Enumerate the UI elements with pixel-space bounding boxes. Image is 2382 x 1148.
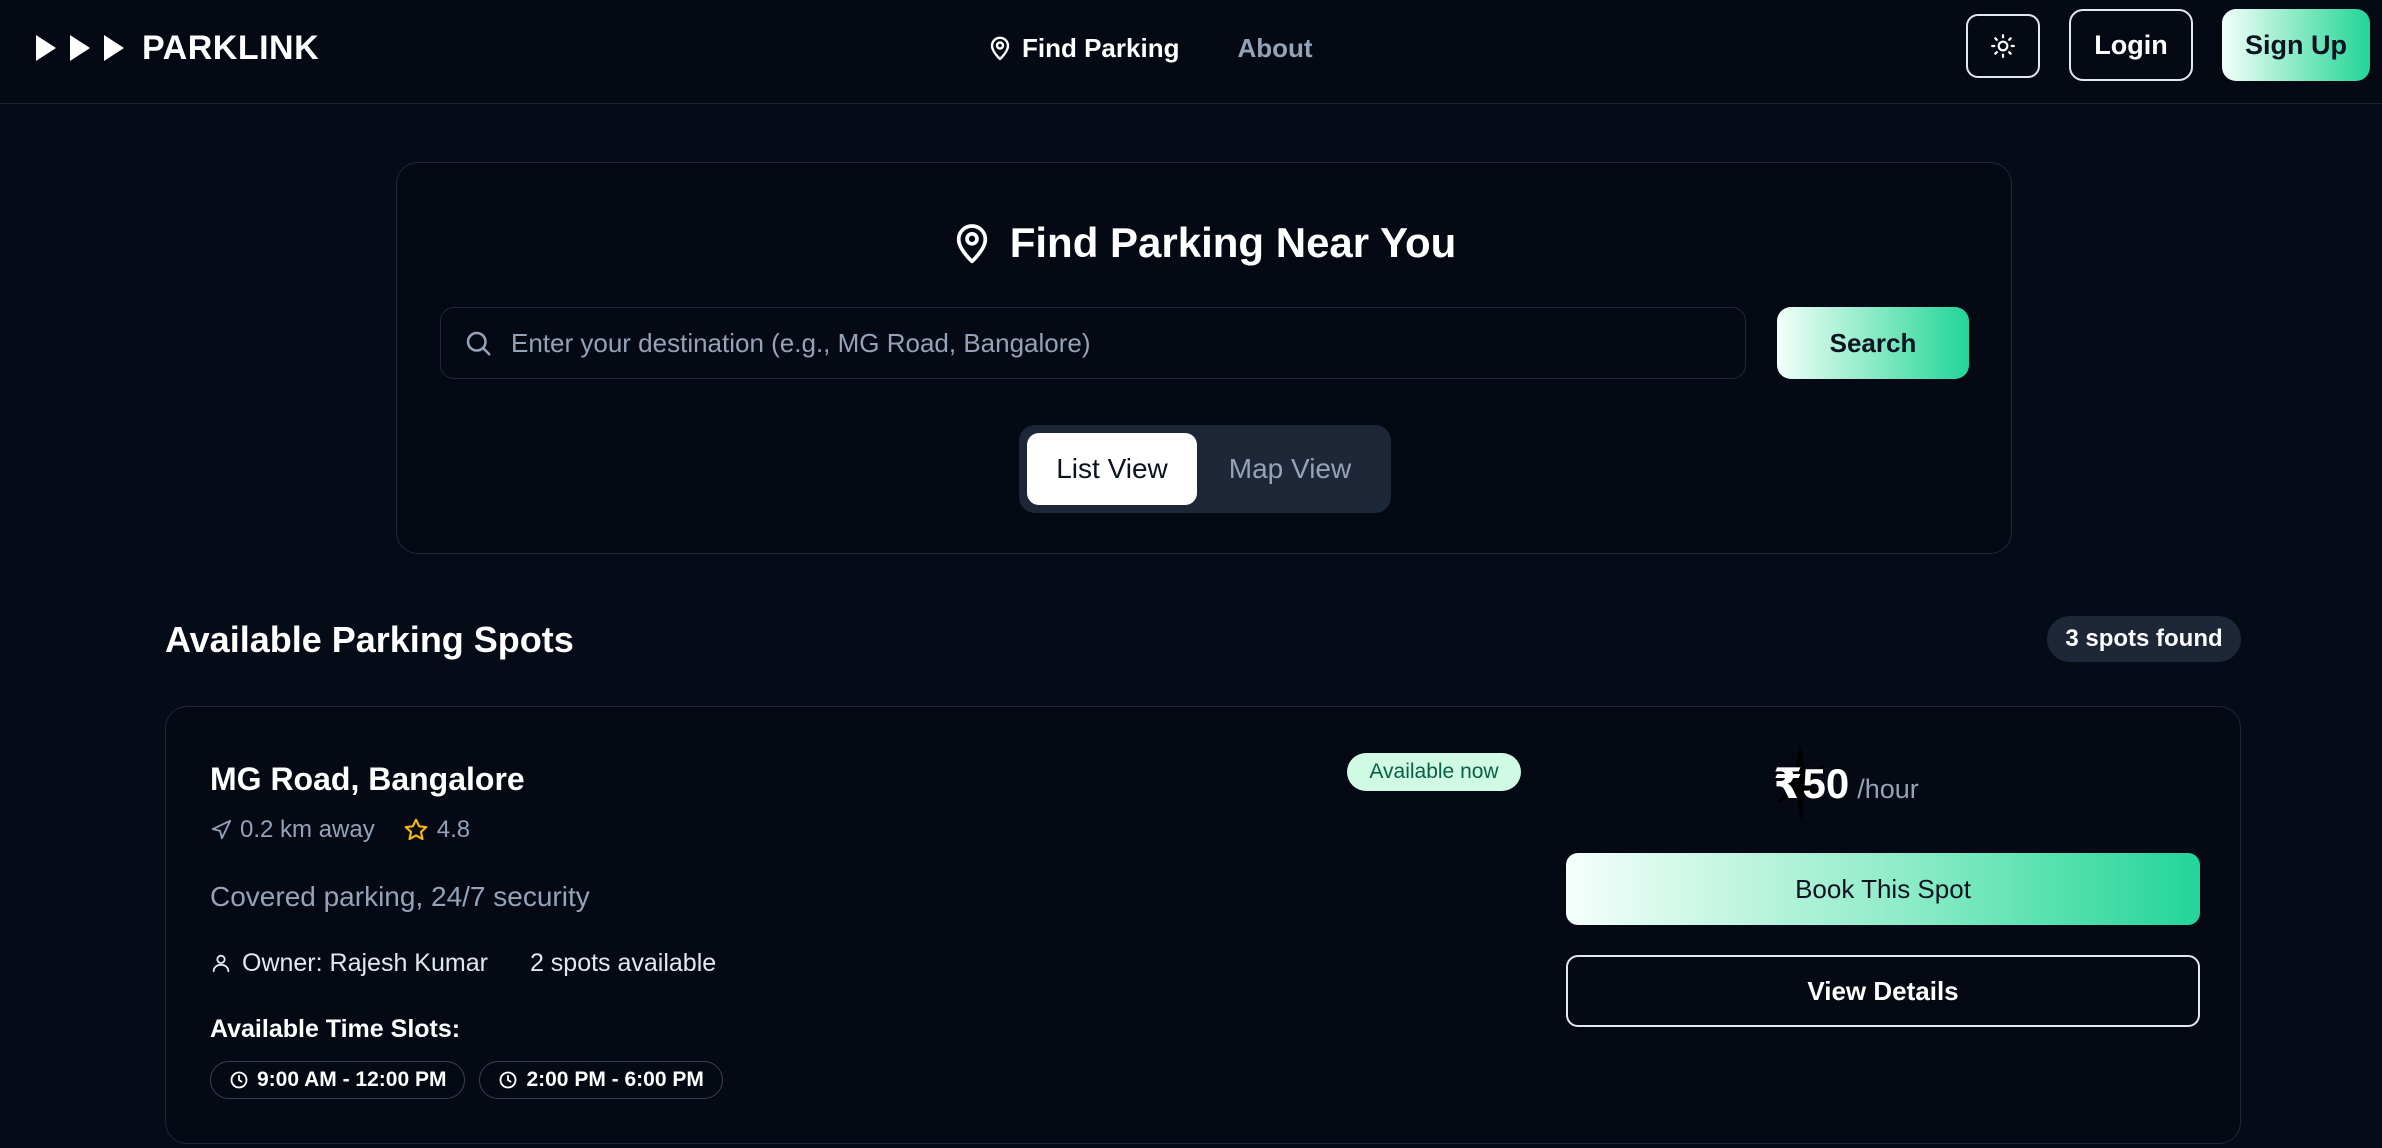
search-title: Find Parking Near You (1009, 219, 1457, 266)
brand-logo[interactable]: PARKLINK (36, 26, 319, 70)
view-toggle: List View Map View (1019, 425, 1391, 513)
destination-search-input[interactable] (511, 308, 1745, 378)
top-navbar: PARKLINK Find Parking About Login Sign U… (0, 0, 2382, 104)
clock-icon (230, 1071, 248, 1089)
spot-rating-value: 4.8 (436, 816, 471, 843)
login-button[interactable]: Login (2069, 9, 2193, 81)
list-view-tab[interactable]: List View (1027, 433, 1197, 505)
view-details-button[interactable]: View Details (1566, 955, 2200, 1027)
spot-rating: 4.8 (403, 816, 470, 844)
nav-find-parking-label: Find Parking (1022, 32, 1180, 63)
search-button[interactable]: Search (1777, 307, 1969, 379)
brand-name: PARKLINK (142, 28, 320, 67)
time-slots: 9:00 AM - 12:00 PM 2:00 PM - 6:00 PM (210, 1061, 737, 1099)
main-nav: Find Parking About (988, 26, 1313, 70)
spot-meta: 0.2 km away 4.8 (210, 813, 470, 847)
signup-button[interactable]: Sign Up (2222, 9, 2370, 81)
search-card: Find Parking Near You Search List View M… (396, 162, 2012, 554)
results-count-badge: 3 spots found (2047, 616, 2241, 662)
nav-about[interactable]: About (1237, 33, 1312, 64)
clock-icon (500, 1071, 517, 1089)
availability-badge: Available now (1347, 753, 1521, 791)
logo-play-icon (36, 35, 56, 61)
spots-available: 2 spots available (529, 948, 717, 977)
map-view-tab[interactable]: Map View (1197, 433, 1383, 505)
user-icon (212, 954, 230, 973)
spot-description: Covered parking, 24/7 security (210, 881, 590, 912)
spot-owner: Owner: Rajesh Kumar (242, 948, 488, 977)
sun-icon (1991, 34, 2015, 58)
time-slot-label: 2:00 PM - 6:00 PM (526, 1068, 704, 1091)
spot-distance: 0.2 km away (240, 816, 375, 843)
logo-play-icon (104, 35, 124, 61)
navigation-arrow-icon (211, 819, 232, 840)
time-slots-title: Available Time Slots: (210, 1014, 461, 1043)
book-spot-button[interactable]: Book This Spot (1566, 853, 2200, 925)
time-slot-label: 9:00 AM - 12:00 PM (257, 1068, 447, 1091)
price-amount: ₹50 (1773, 760, 1850, 807)
nav-find-parking[interactable]: Find Parking (988, 33, 1179, 64)
time-slot-chip[interactable]: 2:00 PM - 6:00 PM (479, 1061, 723, 1099)
theme-toggle-button[interactable] (1966, 14, 2040, 78)
logo-play-icon (70, 35, 90, 61)
spot-owner-row: Owner: Rajesh Kumar 2 spots available (210, 945, 716, 981)
map-pin-icon (956, 224, 987, 264)
spot-name: MG Road, Bangalore (210, 760, 525, 797)
map-pin-icon (990, 36, 1010, 61)
price-unit: /hour (1857, 774, 1919, 804)
parking-spot-card: MG Road, Bangalore 0.2 km away 4.8 Avail… (165, 706, 2241, 1144)
app-root: PARKLINK Find Parking About Login Sign U… (0, 0, 2382, 1148)
price-row: ₹50 /hour (1696, 759, 1996, 819)
star-icon (404, 818, 428, 841)
time-slot-chip[interactable]: 9:00 AM - 12:00 PM (210, 1061, 466, 1099)
search-heading: Find Parking Near You (397, 213, 2011, 273)
results-title: Available Parking Spots (165, 619, 574, 660)
search-field (440, 307, 1746, 379)
search-icon (466, 331, 491, 356)
